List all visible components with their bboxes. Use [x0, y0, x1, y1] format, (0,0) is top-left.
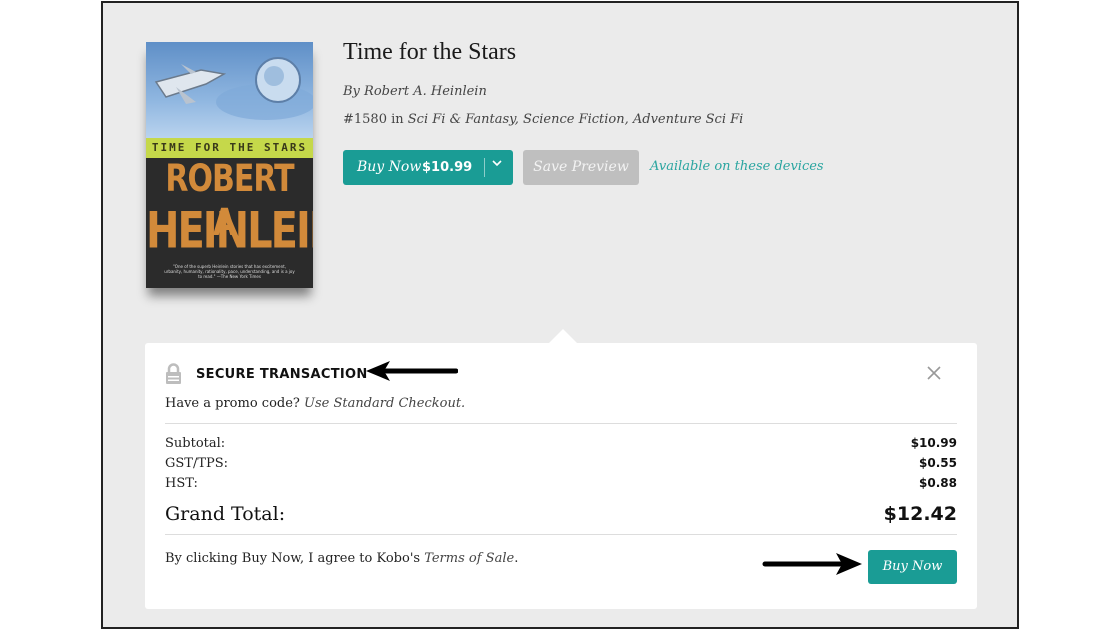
terms-prefix: By clicking Buy Now, I agree to Kobo's	[165, 551, 425, 566]
rank-number: #1580 in	[343, 112, 408, 127]
annotation-arrow-right-icon	[762, 553, 862, 575]
terms-suffix: .	[514, 551, 519, 566]
cover-author-last: HEINLEIN	[146, 202, 313, 260]
subtotal-value: $10.99	[910, 436, 957, 450]
hst-value: $0.88	[919, 476, 957, 490]
annotation-arrow-left-icon	[366, 361, 458, 381]
save-preview-button[interactable]: Save Preview	[523, 150, 639, 185]
divider	[165, 534, 957, 535]
buy-button-label: Buy Now	[357, 159, 422, 175]
gst-label: GST/TPS:	[165, 456, 229, 471]
grand-total-label: Grand Total:	[165, 503, 286, 525]
book-title: Time for the Stars	[343, 39, 517, 65]
cover-quote: "One of the superb Heinlein stories that…	[164, 264, 295, 279]
button-divider	[484, 158, 485, 177]
confirm-buy-now-button[interactable]: Buy Now	[868, 550, 957, 584]
standard-checkout-link[interactable]: Use Standard Checkout.	[304, 396, 465, 411]
promo-question: Have a promo code?	[165, 396, 305, 411]
gst-value: $0.55	[919, 456, 957, 470]
book-cover[interactable]: TIME FOR THE STARS ROBERT A. HEINLEIN "O…	[146, 42, 313, 288]
book-rank: #1580 in Sci Fi & Fantasy, Science Ficti…	[343, 112, 743, 127]
cover-title-band: TIME FOR THE STARS	[146, 138, 313, 158]
grand-total-value: $12.42	[883, 503, 957, 525]
cover-art	[146, 42, 313, 138]
buy-button-price: $10.99	[422, 160, 473, 175]
buy-now-price-button[interactable]: Buy Now $10.99	[343, 150, 513, 185]
subtotal-label: Subtotal:	[165, 436, 226, 451]
terms-of-sale-link[interactable]: Terms of Sale	[424, 551, 514, 566]
close-icon[interactable]	[927, 361, 941, 385]
panel-pointer	[548, 329, 578, 344]
book-author[interactable]: By Robert A. Heinlein	[343, 84, 487, 99]
chevron-down-icon[interactable]	[491, 157, 503, 172]
available-devices-link[interactable]: Available on these devices	[650, 159, 824, 174]
hst-label: HST:	[165, 476, 198, 491]
rank-categories[interactable]: Sci Fi & Fantasy, Science Fiction, Adven…	[408, 112, 744, 127]
secure-transaction-title: SECURE TRANSACTION	[196, 367, 368, 382]
divider	[165, 423, 957, 424]
store-frame: TIME FOR THE STARS ROBERT A. HEINLEIN "O…	[101, 1, 1019, 629]
lock-icon	[165, 363, 182, 385]
spaceship-illustration	[154, 57, 313, 120]
promo-code-text: Have a promo code? Use Standard Checkout…	[165, 396, 465, 411]
terms-text: By clicking Buy Now, I agree to Kobo's T…	[165, 551, 518, 566]
